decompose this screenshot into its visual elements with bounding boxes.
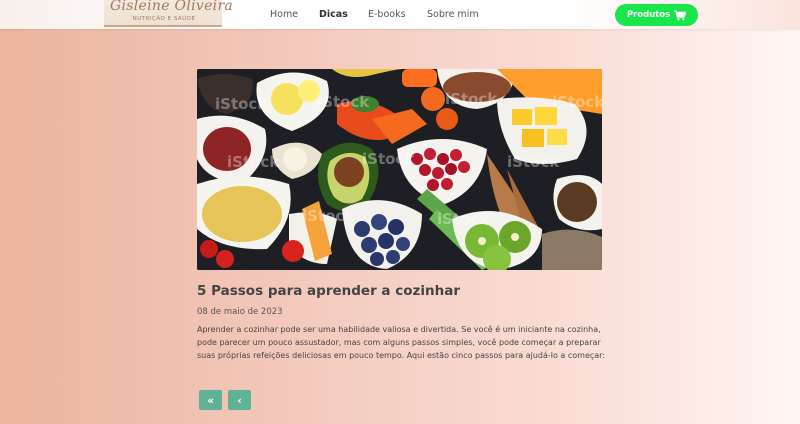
watermark-text: iStock [227,153,280,171]
nav-link-home[interactable]: Home [270,9,298,20]
healthy-food-illustration: iStock iStock iStock iStock iStock iStoc… [197,69,602,270]
article-hero-image[interactable]: iStock iStock iStock iStock iStock iStoc… [197,69,602,270]
watermark-text: iStock [317,93,370,111]
watermark-text: iStock [215,95,268,113]
brand-tagline: NUTRIÇÃO E SAÚDE [132,16,196,22]
watermark-text: iStock [362,150,415,168]
watermark-text: iStock [507,153,560,171]
article-title[interactable]: 5 Passos para aprender a cozinhar [197,283,617,299]
article-date: 08 de maio de 2023 [197,307,283,317]
article-excerpt: Aprender a cozinhar pode ser uma habilid… [197,325,606,360]
top-navbar: Gisleine Oliveira NUTRIÇÃO E SAÚDE Home … [0,0,800,29]
brand-name: Gisleine Oliveira [110,0,234,14]
watermark-text: iStock [437,210,490,228]
cart-icon [674,9,687,20]
products-button[interactable]: Produtos [615,4,698,26]
nav-link-sobre-mim[interactable]: Sobre mim [427,9,479,20]
watermark-text: iStock [552,93,602,111]
nav-link-dicas[interactable]: Dicas [319,9,348,20]
brand-logo[interactable]: Gisleine Oliveira NUTRIÇÃO E SAÚDE [104,0,234,27]
watermark-text: iStock [302,207,355,225]
watermark-text: iStock [445,90,498,108]
nav-link-ebooks[interactable]: E-books [368,9,406,20]
first-page-button[interactable]: « [199,390,222,410]
products-button-label: Produtos [626,10,671,20]
previous-page-button[interactable]: ‹ [228,390,251,410]
